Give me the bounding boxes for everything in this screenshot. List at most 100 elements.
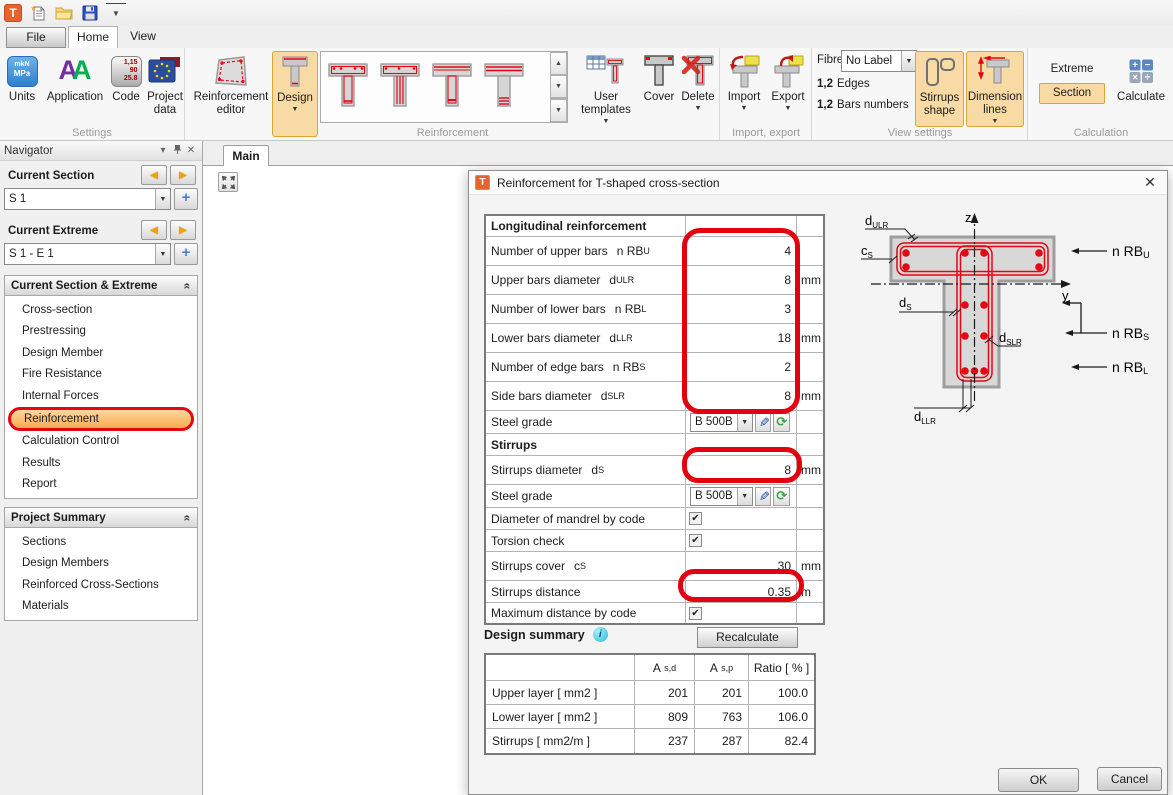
nav-item-reinforced-cross-sections[interactable]: Reinforced Cross-Sections (5, 574, 197, 596)
design-button[interactable]: Design ▼ (272, 51, 318, 137)
ok-button[interactable]: OK (998, 768, 1079, 792)
refresh-steel-grade-button[interactable]: ⟳ (773, 413, 790, 432)
template-t3-icon[interactable] (429, 58, 475, 116)
zoom-fit-button[interactable] (218, 172, 238, 192)
nav-item-design-members[interactable]: Design Members (5, 553, 197, 575)
nav-item-materials[interactable]: Materials (5, 596, 197, 618)
template-t2-icon[interactable] (377, 58, 423, 116)
next-section-button[interactable]: ▶ (170, 165, 196, 185)
max-distance-by-code-checkbox[interactable]: ✔ (689, 607, 702, 620)
prev-section-button[interactable]: ◀ (141, 165, 167, 185)
edge-bars-count-input[interactable]: 2 (686, 353, 797, 381)
info-icon[interactable]: i (593, 627, 608, 642)
units-button[interactable]: mkN MPa Units (2, 51, 42, 104)
stirrups-distance-input[interactable]: 0.35 (686, 581, 797, 602)
steel-grade-caret-icon[interactable]: ▼ (737, 414, 752, 431)
tab-view[interactable]: View (120, 26, 166, 48)
edges-toggle[interactable]: 1,2 Edges (817, 78, 870, 90)
dialog-titlebar[interactable]: T Reinforcement for T-shaped cross-secti… (469, 171, 1167, 195)
section-extreme-group-header[interactable]: Current Section & Extreme « (4, 275, 198, 296)
application-icon: AA (59, 53, 92, 89)
save-icon[interactable] (80, 3, 100, 23)
navigator-menu-icon[interactable]: ▾ (156, 145, 170, 156)
current-section-caret-icon[interactable]: ▼ (155, 189, 170, 209)
delete-button[interactable]: Delete ▼ (678, 51, 718, 113)
navigator-pin-icon[interactable] (170, 144, 184, 157)
code-button[interactable]: 1,15 90 25.8 Code (108, 51, 144, 104)
template-gallery[interactable]: ▲ ▼ ▼ (320, 51, 568, 123)
current-extreme-caret-icon[interactable]: ▼ (155, 244, 170, 264)
mandrel-by-code-checkbox[interactable]: ✔ (689, 512, 702, 525)
new-file-icon[interactable] (28, 3, 48, 23)
nav-item-internal-forces[interactable]: Internal Forces (5, 385, 197, 407)
nav-item-design-member[interactable]: Design Member (5, 342, 197, 364)
stirrups-steel-grade-select[interactable]: B 500B▼ (690, 487, 753, 506)
open-folder-icon[interactable] (54, 3, 74, 23)
project-summary-group-header[interactable]: Project Summary « (4, 507, 198, 528)
section-button[interactable]: Section (1039, 83, 1105, 104)
stirrups-shape-button[interactable]: Stirrups shape (915, 51, 964, 127)
steel-grade-select[interactable]: B 500B▼ (690, 413, 753, 432)
tab-main[interactable]: Main (223, 145, 269, 166)
nav-item-report[interactable]: Report (5, 474, 197, 496)
unit-label (797, 237, 823, 265)
torsion-check-checkbox[interactable]: ✔ (689, 534, 702, 547)
extreme-button[interactable]: Extreme (1037, 63, 1107, 75)
gallery-down-icon[interactable]: ▼ (550, 75, 567, 98)
template-t1-icon[interactable] (325, 58, 371, 116)
current-section-select[interactable]: S 1 ▼ (4, 188, 171, 210)
cover-label: Cover (644, 91, 675, 104)
fibre-select[interactable]: No Label ▼ (841, 50, 917, 72)
edit-stirrups-steel-grade-button[interactable]: ✎ (755, 487, 772, 506)
current-extreme-select[interactable]: S 1 - E 1 ▼ (4, 243, 171, 265)
edit-steel-grade-button[interactable]: ✎ (755, 413, 772, 432)
nav-item-prestressing[interactable]: Prestressing (5, 321, 197, 343)
navigator-close-icon[interactable]: ✕ (184, 145, 198, 156)
user-templates-button[interactable]: User templates ▼ (574, 51, 638, 126)
dialog-close-icon[interactable]: ✕ (1139, 174, 1161, 191)
recalculate-button[interactable]: Recalculate (697, 627, 798, 648)
cover-button[interactable]: Cover (641, 51, 677, 104)
nav-item-calculation-control[interactable]: Calculation Control (5, 431, 197, 453)
unit-label: m (797, 581, 823, 602)
gallery-expand-icon[interactable]: ▼ (550, 98, 567, 122)
template-t4-icon[interactable] (481, 58, 527, 116)
export-button[interactable]: Export ▼ (767, 51, 809, 113)
add-section-button[interactable]: + (174, 188, 198, 210)
ratio-value: 100.0 (749, 681, 814, 704)
fibre-caret-icon[interactable]: ▼ (901, 51, 916, 71)
prev-extreme-button[interactable]: ◀ (141, 220, 167, 240)
refresh-stirrups-steel-grade-button[interactable]: ⟳ (773, 487, 790, 506)
upper-bars-count-input[interactable]: 4 (686, 237, 797, 265)
collapse-icon[interactable]: « (181, 282, 195, 289)
lower-bars-count-input[interactable]: 3 (686, 295, 797, 323)
upper-bars-diameter-input[interactable]: 8 (686, 266, 797, 294)
project-data-button[interactable]: Project data (146, 51, 184, 117)
qat-menu-icon[interactable]: ▼ (106, 3, 126, 23)
stirrups-steel-grade-caret-icon[interactable]: ▼ (737, 488, 752, 505)
tab-home[interactable]: Home (68, 26, 118, 48)
bars-numbers-toggle[interactable]: 1,2 Bars numbers (817, 99, 909, 111)
row-label: Maximum distance by code (486, 603, 686, 623)
collapse-icon-2[interactable]: « (181, 514, 195, 521)
application-button[interactable]: AA Application (44, 51, 106, 104)
import-button[interactable]: Import ▼ (723, 51, 765, 113)
nav-item-cross-section[interactable]: Cross-section (5, 299, 197, 321)
stirrups-shape-icon (924, 54, 956, 90)
gallery-up-icon[interactable]: ▲ (550, 52, 567, 75)
lower-bars-diameter-input[interactable]: 18 (686, 324, 797, 352)
stirrups-diameter-input[interactable]: 8 (686, 456, 797, 484)
nav-item-fire-resistance[interactable]: Fire Resistance (5, 364, 197, 386)
nav-item-results[interactable]: Results (5, 452, 197, 474)
next-extreme-button[interactable]: ▶ (170, 220, 196, 240)
add-extreme-button[interactable]: + (174, 243, 198, 265)
nav-item-sections[interactable]: Sections (5, 531, 197, 553)
dimension-lines-button[interactable]: Dimension lines ▼ (966, 51, 1024, 127)
side-bars-diameter-input[interactable]: 8 (686, 382, 797, 410)
nav-item-reinforcement[interactable]: Reinforcement (8, 407, 194, 431)
reinforcement-editor-button[interactable]: Reinforcement editor (190, 51, 272, 117)
tab-file[interactable]: File (6, 27, 66, 48)
cancel-button[interactable]: Cancel (1097, 767, 1162, 791)
calculate-button[interactable]: + − × ÷ Calculate (1111, 51, 1171, 104)
stirrups-cover-input[interactable]: 30 (686, 552, 797, 580)
